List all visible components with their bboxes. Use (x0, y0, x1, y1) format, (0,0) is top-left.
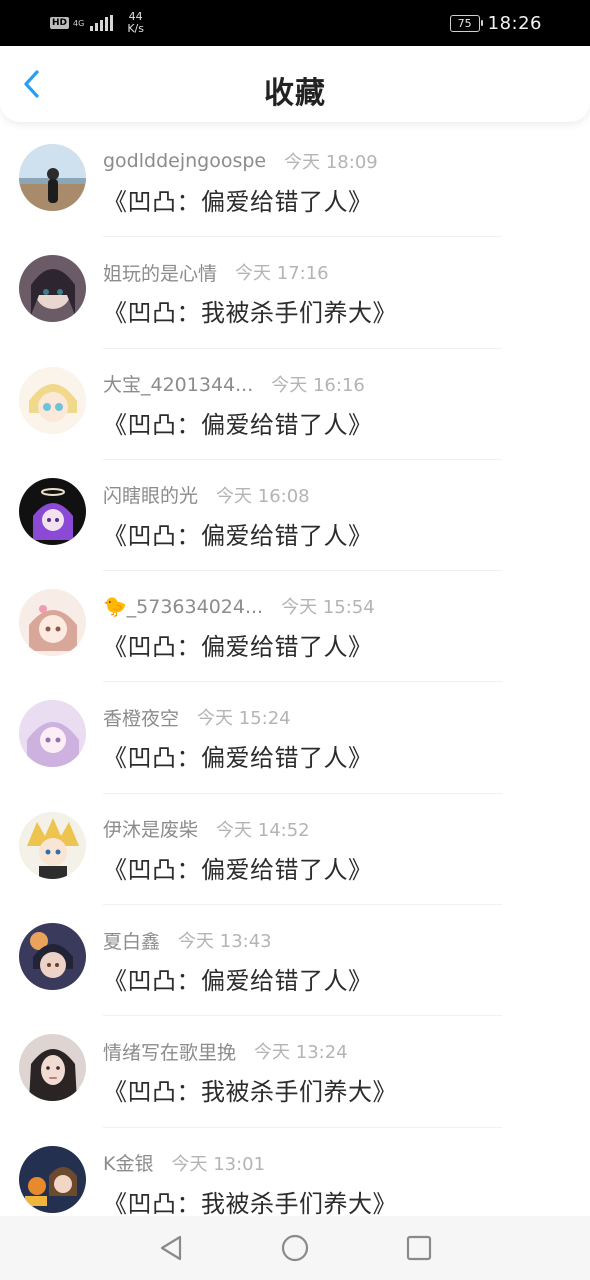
user-avatar[interactable] (19, 700, 86, 768)
timestamp: 今天 13:43 (178, 931, 272, 953)
username[interactable]: 夏白鑫 (103, 927, 160, 954)
timestamp: 今天 15:24 (197, 708, 291, 730)
avatar-image (19, 477, 86, 545)
timestamp: 今天 16:16 (271, 374, 365, 396)
favorite-item[interactable]: K金银 今天 13:01 《凹凸：我被杀手们养大》 (0, 1128, 590, 1216)
book-title[interactable]: 《凹凸：偏爱给错了人》 (103, 405, 373, 440)
favorite-item[interactable]: 闪瞎眼的光 今天 16:08 《凹凸：偏爱给错了人》 (0, 460, 590, 572)
circle-home-icon (281, 1234, 309, 1262)
item-meta: 情绪写在歌里挽 今天 13:24 (103, 1038, 348, 1064)
book-title[interactable]: 《凹凸：偏爱给错了人》 (103, 961, 373, 996)
status-left: HD 4G 44 K/s (50, 11, 144, 35)
favorite-item[interactable]: 姐玩的是心情 今天 17:16 《凹凸：我被杀手们养大》 (0, 237, 590, 349)
favorite-item[interactable]: 夏白鑫 今天 13:43 《凹凸：偏爱给错了人》 (0, 905, 590, 1017)
item-meta: K金银 今天 13:01 (103, 1150, 265, 1176)
username[interactable]: 伊沐是废柴 (103, 815, 198, 842)
status-right: 75 18:26 (449, 12, 542, 34)
favorite-item[interactable]: godlddejngoospe 今天 18:09 《凹凸：偏爱给错了人》 (0, 126, 590, 238)
avatar-image (19, 700, 86, 768)
timestamp: 今天 13:01 (171, 1153, 266, 1175)
username[interactable]: K金银 (103, 1149, 153, 1176)
user-avatar[interactable] (19, 1034, 86, 1102)
network-type: 4G (73, 19, 84, 28)
navigation-bar (0, 1216, 590, 1280)
speed-unit: K/s (127, 22, 144, 35)
item-meta: godlddejngoospe 今天 18:09 (103, 148, 378, 174)
username[interactable]: 情绪写在歌里挽 (103, 1038, 236, 1065)
username[interactable]: 姐玩的是心情 (103, 259, 217, 286)
user-avatar[interactable] (19, 923, 86, 991)
avatar-image (19, 255, 86, 323)
username[interactable]: 🐤_573634024... (103, 595, 263, 618)
favorite-item[interactable]: 伊沐是废柴 今天 14:52 《凹凸：偏爱给错了人》 (0, 794, 590, 906)
favorite-item[interactable]: 香橙夜空 今天 15:24 《凹凸：偏爱给错了人》 (0, 682, 590, 794)
favorite-item[interactable]: 🐤_573634024... 今天 15:54 《凹凸：偏爱给错了人》 (0, 571, 590, 683)
status-bar: HD 4G 44 K/s 75 18:26 (0, 0, 590, 46)
item-meta: 🐤_573634024... 今天 15:54 (103, 593, 375, 619)
page-title: 收藏 (264, 76, 326, 111)
timestamp: 今天 13:24 (254, 1042, 348, 1064)
square-recents-icon (406, 1235, 432, 1261)
screen: HD 4G 44 K/s 75 18:26 收藏 godlddejngoospe… (0, 0, 590, 1280)
username[interactable]: 闪瞎眼的光 (103, 481, 198, 508)
username[interactable]: 香橙夜空 (103, 704, 179, 731)
user-avatar[interactable] (19, 144, 86, 211)
book-title[interactable]: 《凹凸：偏爱给错了人》 (103, 738, 373, 773)
book-title[interactable]: 《凹凸：我被杀手们养大》 (103, 293, 397, 328)
favorites-list[interactable]: godlddejngoospe 今天 18:09 《凹凸：偏爱给错了人》 姐玩的是心情… (0, 126, 590, 1216)
item-meta: 大宝_4201344... 今天 16:16 (103, 371, 365, 397)
favorite-item[interactable]: 情绪写在歌里挽 今天 13:24 《凹凸：我被杀手们养大》 (0, 1016, 590, 1128)
username[interactable]: godlddejngoospe (103, 150, 266, 172)
nav-recents-button[interactable] (404, 1233, 434, 1263)
hd-badge: HD (50, 17, 70, 29)
book-title[interactable]: 《凹凸：偏爱给错了人》 (103, 850, 373, 885)
username[interactable]: 大宝_4201344... (103, 370, 253, 397)
book-title[interactable]: 《凹凸：我被杀手们养大》 (103, 1072, 397, 1107)
nav-back-button[interactable] (156, 1233, 186, 1263)
timestamp: 今天 17:16 (235, 263, 329, 285)
network-speed: 44 K/s (127, 11, 144, 35)
battery-level: 75 (457, 16, 472, 30)
book-title[interactable]: 《凹凸：偏爱给错了人》 (103, 182, 373, 217)
avatar-image (19, 1034, 86, 1102)
user-avatar[interactable] (19, 477, 86, 545)
user-avatar[interactable] (19, 255, 86, 323)
item-meta: 伊沐是废柴 今天 14:52 (103, 816, 310, 842)
item-meta: 香橙夜空 今天 15:24 (103, 704, 291, 730)
signal-icon (90, 15, 114, 31)
user-avatar[interactable] (19, 366, 86, 434)
user-avatar[interactable] (19, 589, 86, 657)
timestamp: 今天 15:54 (281, 597, 375, 619)
avatar-image (19, 144, 86, 211)
user-avatar[interactable] (19, 1145, 86, 1213)
timestamp: 今天 18:09 (284, 152, 378, 173)
avatar-image (19, 811, 86, 879)
battery-icon: 75 (449, 14, 483, 32)
avatar-image (19, 589, 86, 657)
triangle-back-icon (160, 1235, 182, 1261)
avatar-image (19, 1145, 86, 1213)
item-meta: 夏白鑫 今天 13:43 (103, 927, 272, 953)
network-label: 4G (73, 18, 85, 28)
item-meta: 姐玩的是心情 今天 17:16 (103, 259, 329, 285)
timestamp: 今天 14:52 (216, 819, 310, 841)
header: 收藏 (0, 46, 590, 122)
avatar-image (19, 923, 86, 991)
timestamp: 今天 16:08 (216, 485, 310, 507)
book-title[interactable]: 《凹凸：我被杀手们养大》 (103, 1184, 397, 1216)
status-clock: 18:26 (487, 12, 542, 34)
item-meta: 闪瞎眼的光 今天 16:08 (103, 482, 310, 508)
user-avatar[interactable] (19, 811, 86, 879)
book-title[interactable]: 《凹凸：偏爱给错了人》 (103, 516, 373, 551)
nav-home-button[interactable] (280, 1233, 310, 1263)
avatar-image (19, 366, 86, 434)
favorite-item[interactable]: 大宝_4201344... 今天 16:16 《凹凸：偏爱给错了人》 (0, 349, 590, 460)
book-title[interactable]: 《凹凸：偏爱给错了人》 (103, 627, 373, 662)
